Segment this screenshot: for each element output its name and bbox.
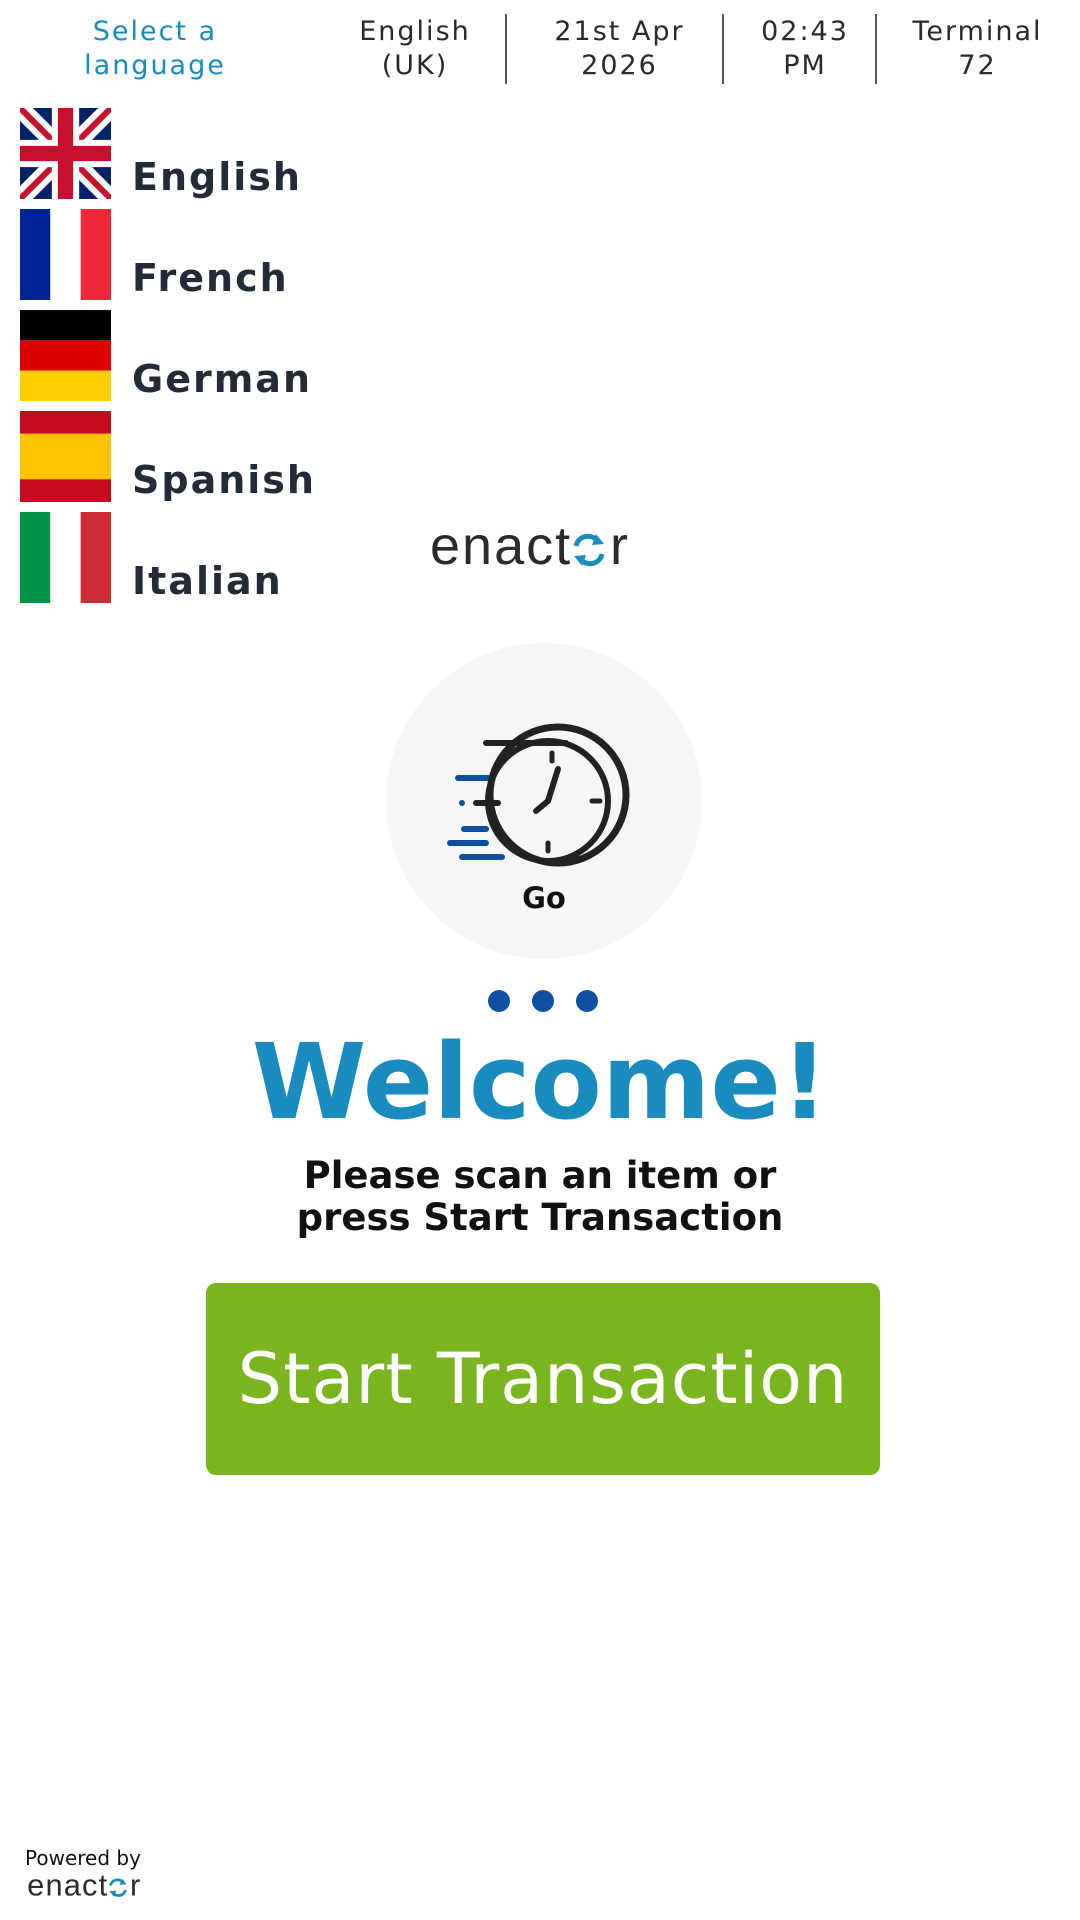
kiosk-welcome-screen: Select a language English (UK) 21st Apr … <box>0 0 1080 1920</box>
enactor-logo: enact r <box>430 512 650 582</box>
start-transaction-button[interactable]: Start Transaction <box>206 1283 880 1475</box>
terminal-line2: 72 <box>958 50 997 81</box>
date-line1: 21st Apr <box>554 16 685 47</box>
language-option-italian[interactable]: Italian <box>20 512 340 603</box>
footer-enactor-logo: enact r <box>20 1866 160 1906</box>
current-language-line2: (UK) <box>381 50 449 81</box>
language-list: English French German Spanish Italian <box>20 108 340 613</box>
loading-dot <box>576 990 598 1012</box>
language-option-french[interactable]: French <box>20 209 340 300</box>
language-option-english[interactable]: English <box>20 108 340 199</box>
start-transaction-label: Start Transaction <box>237 1338 849 1420</box>
date-line2: 2026 <box>581 50 658 81</box>
instruction-line-2: press Start Transaction <box>296 1196 784 1239</box>
france-flag-icon <box>20 209 111 300</box>
language-option-spanish[interactable]: Spanish <box>20 411 340 502</box>
spain-flag-icon <box>20 411 111 502</box>
terminal-id: Terminal 72 <box>885 14 1070 84</box>
logo-refresh-icon <box>573 533 605 567</box>
language-label: Italian <box>132 559 283 603</box>
germany-flag-icon <box>20 310 111 401</box>
go-icon-button: Go <box>386 643 702 959</box>
loading-dot <box>488 990 510 1012</box>
language-label: French <box>132 256 289 300</box>
go-label: Go <box>522 881 566 915</box>
language-label: Spanish <box>132 458 316 502</box>
current-language-line1: English <box>359 16 471 47</box>
fast-clock-icon <box>447 723 630 867</box>
loading-dots-icon <box>488 990 598 1012</box>
terminal-line1: Terminal <box>912 16 1043 47</box>
italy-flag-icon <box>20 512 111 603</box>
header-divider <box>875 14 877 84</box>
current-time: 02:43 PM <box>730 14 880 84</box>
header-divider <box>505 14 507 84</box>
uk-flag-icon <box>20 108 111 199</box>
welcome-title: Welcome! <box>251 1021 829 1143</box>
svg-text:r: r <box>130 1868 140 1903</box>
time-line1: 02:43 <box>761 16 849 47</box>
select-language-line1: Select a <box>92 16 218 47</box>
header-bar: Select a language English (UK) 21st Apr … <box>0 0 1080 100</box>
language-label: German <box>132 357 312 401</box>
select-language-link[interactable]: Select a language <box>40 14 270 84</box>
current-language: English (UK) <box>330 14 500 84</box>
svg-text:enact: enact <box>27 1868 108 1903</box>
welcome-instructions: Please scan an item or press Start Trans… <box>240 1155 840 1239</box>
current-date: 21st Apr 2026 <box>512 14 727 84</box>
instruction-line-1: Please scan an item or <box>303 1154 777 1197</box>
time-line2: PM <box>783 50 827 81</box>
logo-text-part: r <box>610 516 628 576</box>
loading-dot <box>532 990 554 1012</box>
header-divider <box>722 14 724 84</box>
logo-text-part: enact <box>430 516 572 576</box>
select-language-line2: language <box>84 50 226 81</box>
language-option-german[interactable]: German <box>20 310 340 401</box>
language-label: English <box>132 155 302 199</box>
